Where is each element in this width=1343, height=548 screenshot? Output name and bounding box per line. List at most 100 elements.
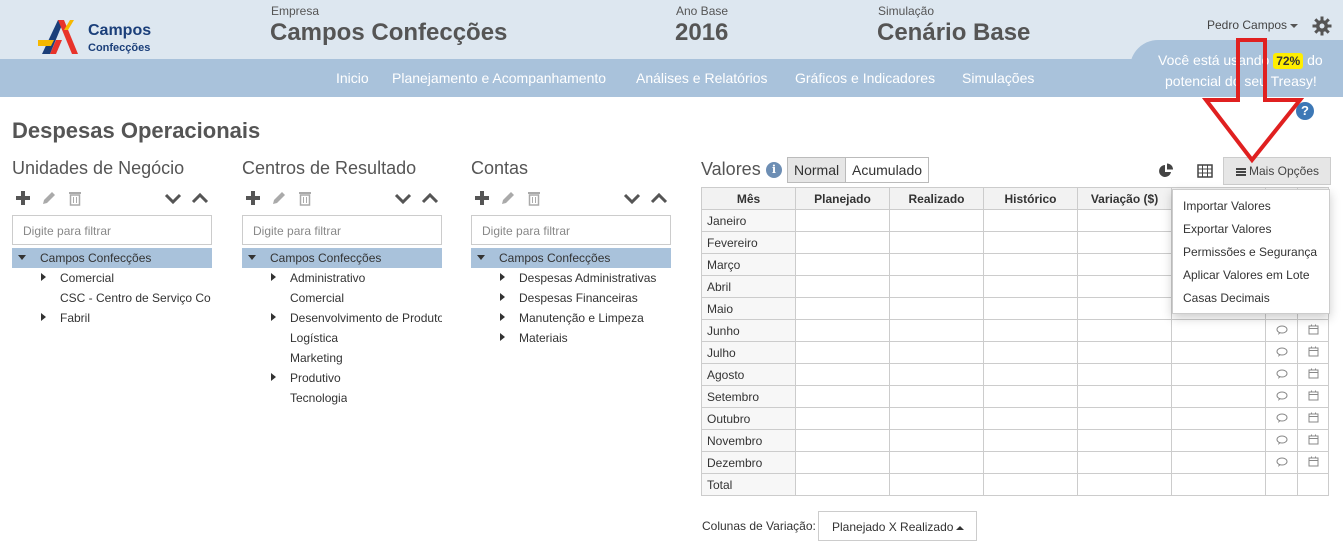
value-cell[interactable]: [1077, 231, 1172, 254]
value-cell[interactable]: [889, 341, 984, 364]
tree-collapse-icon[interactable]: [500, 293, 505, 301]
value-cell[interactable]: [983, 231, 1078, 254]
calendar-cell[interactable]: [1297, 341, 1329, 364]
value-cell[interactable]: [1077, 407, 1172, 430]
centros-item-tecnologia[interactable]: Tecnologia: [290, 391, 347, 405]
centros-item-desenvolvimento[interactable]: Desenvolvimento de Produto: [290, 311, 442, 325]
add-icon[interactable]: [244, 189, 262, 207]
value-cell[interactable]: [983, 319, 1078, 342]
comment-icon[interactable]: [1276, 325, 1288, 335]
menu-permissoes-seguranca[interactable]: Permissões e Segurança: [1183, 245, 1317, 259]
centros-item-marketing[interactable]: Marketing: [290, 351, 343, 365]
value-cell[interactable]: [983, 275, 1078, 298]
unidades-root-label[interactable]: Campos Confecções: [40, 251, 151, 265]
menu-aplicar-valores-lote[interactable]: Aplicar Valores em Lote: [1183, 268, 1310, 282]
contas-filter-input[interactable]: Digite para filtrar: [471, 215, 671, 245]
value-cell[interactable]: [795, 473, 890, 496]
tree-collapse-icon[interactable]: [271, 373, 276, 381]
add-icon[interactable]: [14, 189, 32, 207]
contas-root-label[interactable]: Campos Confecções: [499, 251, 610, 265]
value-cell[interactable]: [1171, 451, 1266, 474]
unidades-item-comercial[interactable]: Comercial: [60, 271, 114, 285]
value-cell[interactable]: [889, 209, 984, 232]
value-cell[interactable]: [889, 231, 984, 254]
calendar-icon[interactable]: [1308, 368, 1319, 379]
value-cell[interactable]: [795, 319, 890, 342]
chevron-down-icon[interactable]: [623, 189, 641, 207]
chevron-down-icon[interactable]: [164, 189, 182, 207]
value-cell[interactable]: [1077, 253, 1172, 276]
value-cell[interactable]: [983, 407, 1078, 430]
contas-item-materiais[interactable]: Materiais: [519, 331, 568, 345]
edit-pencil-icon[interactable]: [499, 189, 517, 207]
value-cell[interactable]: [795, 341, 890, 364]
value-cell[interactable]: [889, 275, 984, 298]
col-realizado[interactable]: Realizado: [889, 187, 984, 210]
col-variacao[interactable]: Variação ($): [1077, 187, 1172, 210]
add-icon[interactable]: [473, 189, 491, 207]
value-cell[interactable]: [983, 253, 1078, 276]
value-cell[interactable]: [889, 363, 984, 386]
toggle-acumulado-button[interactable]: Acumulado: [845, 157, 930, 183]
calendar-icon[interactable]: [1308, 390, 1319, 401]
comment-icon[interactable]: [1276, 347, 1288, 357]
value-cell[interactable]: [889, 429, 984, 452]
tree-expand-icon[interactable]: [477, 255, 485, 260]
tree-collapse-icon[interactable]: [41, 313, 46, 321]
comment-icon[interactable]: [1276, 413, 1288, 423]
centros-filter-input[interactable]: Digite para filtrar: [242, 215, 442, 245]
value-cell[interactable]: [795, 209, 890, 232]
value-cell[interactable]: [795, 363, 890, 386]
pie-chart-icon[interactable]: [1158, 163, 1174, 179]
unidades-filter-input[interactable]: Digite para filtrar: [12, 215, 212, 245]
value-cell[interactable]: [1171, 407, 1266, 430]
unidades-item-csc[interactable]: CSC - Centro de Serviço Co: [60, 291, 212, 305]
value-cell[interactable]: [795, 253, 890, 276]
trash-icon[interactable]: [296, 189, 314, 207]
nav-graficos[interactable]: Gráficos e Indicadores: [795, 70, 935, 86]
tree-collapse-icon[interactable]: [271, 313, 276, 321]
tree-collapse-icon[interactable]: [500, 273, 505, 281]
value-cell[interactable]: [889, 253, 984, 276]
comment-cell[interactable]: [1265, 319, 1298, 342]
calendar-icon[interactable]: [1308, 434, 1319, 445]
calendar-icon[interactable]: [1308, 412, 1319, 423]
value-cell[interactable]: [1077, 363, 1172, 386]
value-cell[interactable]: [795, 429, 890, 452]
centros-root-label[interactable]: Campos Confecções: [270, 251, 381, 265]
table-view-icon[interactable]: [1197, 163, 1213, 179]
nav-planejamento[interactable]: Planejamento e Acompanhamento: [392, 70, 606, 86]
value-cell[interactable]: [1077, 451, 1172, 474]
value-cell[interactable]: [795, 385, 890, 408]
col-mes[interactable]: Mês: [701, 187, 796, 210]
comment-icon[interactable]: [1276, 391, 1288, 401]
calendar-icon[interactable]: [1308, 324, 1319, 335]
value-cell[interactable]: [1171, 385, 1266, 408]
value-cell[interactable]: [983, 341, 1078, 364]
gear-icon[interactable]: [1312, 16, 1332, 36]
menu-casas-decimais[interactable]: Casas Decimais: [1183, 291, 1270, 305]
value-cell[interactable]: [889, 385, 984, 408]
calendar-icon[interactable]: [1308, 456, 1319, 467]
comment-icon[interactable]: [1276, 369, 1288, 379]
value-cell[interactable]: [1171, 341, 1266, 364]
value-cell[interactable]: [983, 429, 1078, 452]
company-logo[interactable]: Campos Confecções: [38, 16, 188, 60]
chevron-up-icon[interactable]: [421, 189, 439, 207]
value-cell[interactable]: [1171, 319, 1266, 342]
calendar-icon[interactable]: [1308, 346, 1319, 357]
value-cell[interactable]: [795, 231, 890, 254]
value-cell[interactable]: [1077, 319, 1172, 342]
value-cell[interactable]: [1077, 341, 1172, 364]
chevron-down-icon[interactable]: [394, 189, 412, 207]
contas-item-financeiras[interactable]: Despesas Financeiras: [519, 291, 638, 305]
value-cell[interactable]: [1171, 429, 1266, 452]
tree-collapse-icon[interactable]: [271, 273, 276, 281]
tree-collapse-icon[interactable]: [500, 313, 505, 321]
comment-cell[interactable]: [1265, 451, 1298, 474]
value-cell[interactable]: [795, 275, 890, 298]
centros-item-produtivo[interactable]: Produtivo: [290, 371, 341, 385]
value-cell[interactable]: [889, 473, 984, 496]
menu-exportar-valores[interactable]: Exportar Valores: [1183, 222, 1271, 236]
comment-cell[interactable]: [1265, 473, 1298, 496]
